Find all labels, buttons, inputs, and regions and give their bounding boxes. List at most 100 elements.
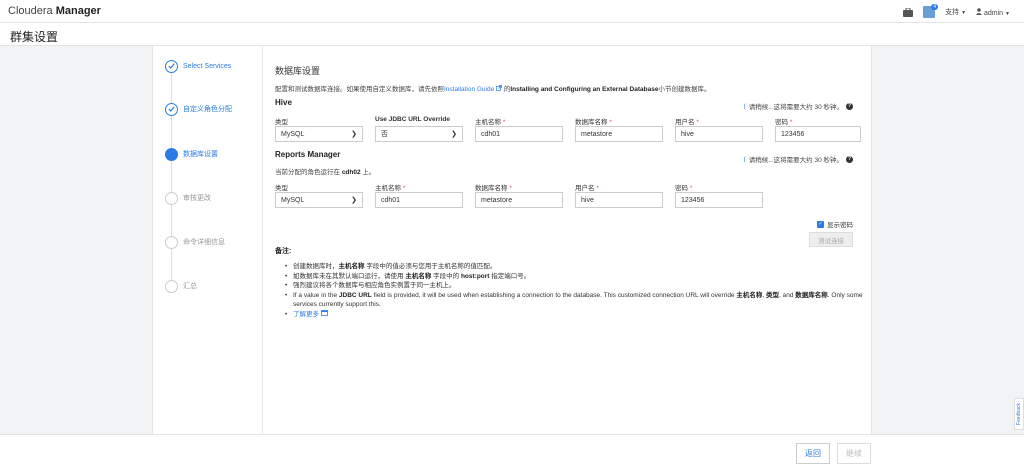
label-text: 用户名 [575,185,595,192]
step-label: 汇总 [183,283,197,290]
help-icon[interactable]: ? [846,155,853,163]
top-navbar: Cloudera Manager 4 支持 ▼ admin ▼ [0,0,1024,23]
support-label: 支持 [945,9,960,16]
hive-dbname-label: 数据库名称 * [575,116,612,126]
wait-text: 请稍候...这将需要大约 30 秒钟。 [748,104,843,111]
user-icon [976,7,984,17]
reports-host-label: 主机名称 * [375,182,405,192]
label-text: 数据库名称 [475,185,508,192]
step-review-changes: 审核更改 [165,191,261,205]
intro-text: 配置和测试数据库连接。如果使用自定义数据库，请先依照Installation G… [275,83,710,93]
wizard-footer: 返回 继续 [0,434,1024,471]
hive-wait-status: ( 请稍候...这将需要大约 30 秒钟。 ? [744,101,853,111]
reports-dbname-input[interactable]: metastore [475,192,563,208]
notes-list: 创建数据库时，主机名称 字段中的值必须与您用于主机名称的值匹配。 如数据库未在其… [285,262,865,319]
reports-type-label: 类型 [275,182,288,192]
note-bold: host:port [460,272,490,280]
reports-password-input[interactable]: 123456 [675,192,763,208]
back-button[interactable]: 返回 [796,443,830,464]
hive-host-input[interactable]: cdh01 [475,126,563,142]
hive-type-select[interactable]: MySQL ❯ [275,126,363,142]
hive-password-input[interactable]: 123456 [775,126,861,142]
brand-light: Cloudera [8,5,53,17]
step-label: 自定义角色分配 [183,106,232,113]
hive-password-label: 密码 * [775,116,792,126]
required-mark: * [609,119,612,126]
reports-user-input[interactable]: hive [575,192,663,208]
feedback-tab[interactable]: Feedback [1014,398,1024,430]
spinner-icon: ( [743,102,746,110]
reports-host-note: 当前分配的角色运行在 cdh02 上。 [275,166,375,176]
required-mark: * [402,185,406,192]
user-label: admin [983,9,1004,17]
hive-dbname-input[interactable]: metastore [575,126,663,142]
note-text: and [782,291,794,299]
step-database-setup[interactable]: 数据库设置 [165,147,261,161]
label-text: 密码 [775,119,788,126]
pending-step-icon [165,279,178,293]
reports-host-input[interactable]: cdh01 [375,192,463,208]
user-menu[interactable]: admin ▼ [976,7,1010,17]
notification-badge: 4 [931,4,939,10]
spinner-icon: ( [743,155,746,163]
step-label: 数据库设置 [183,151,218,158]
help-icon[interactable]: ? [846,102,853,110]
external-link-icon [494,85,504,93]
step-command-details: 命令详细信息 [165,235,261,249]
required-mark: * [689,185,693,192]
label-text: 密码 [675,185,688,192]
installation-guide-link[interactable]: Installation Guide [444,86,494,93]
note-text: 强烈建议将各个数据库与相应角色实例置于同一主机上。 [293,282,456,289]
label-text: 类型 [275,185,288,192]
note-pre: 当前分配的角色运行在 [275,169,340,176]
hive-type-label: 类型 [275,116,288,126]
note-post: 上。 [362,169,376,176]
notes-title: 备注: [275,248,292,255]
wizard-steps: Select Services 自定义角色分配 数据库设置 审核更改 命令详细信… [153,46,263,434]
label-text: Use JDBC URL Override [375,116,451,123]
list-item: 强烈建议将各个数据库与相应角色实例置于同一主机上。 [285,281,865,291]
reports-dbname-label: 数据库名称 * [475,182,512,192]
required-mark: * [509,185,512,192]
learn-more-link[interactable]: 了解更多 [293,311,319,318]
continue-button[interactable]: 继续 [837,443,871,464]
note-text: 创建数据库时， [293,263,339,270]
step-role-assignment[interactable]: 自定义角色分配 [165,102,261,116]
note-bold: JDBC URL [338,291,372,299]
check-icon [165,59,178,73]
step-label: Select Services [183,62,232,70]
reports-wait-status: ( 请稍候...这将需要大约 30 秒钟。 ? [744,154,853,164]
feedback-label: Feedback [1016,403,1022,425]
note-bold: 类型 [765,291,779,299]
hive-jdbc-label: Use JDBC URL Override [375,116,450,123]
show-password-label: 显示密码 [827,222,853,229]
brand-logo[interactable]: Cloudera Manager [8,5,101,17]
hive-user-input[interactable]: hive [675,126,763,142]
wait-text: 请稍候...这将需要大约 30 秒钟。 [748,157,843,164]
note-host: cdh02 [341,169,361,176]
reports-type-select[interactable]: MySQL ❯ [275,192,363,208]
checkbox-checked-icon: ✓ [817,220,824,228]
hive-jdbc-select[interactable]: 否 ❯ [375,126,463,142]
label-text: 用户名 [675,119,695,126]
note-text: field is provided, it will be used when … [373,291,735,299]
briefcase-icon[interactable] [903,7,914,17]
label-text: 数据库名称 [575,119,608,126]
list-item: 如数据库未在其默认端口运行，请使用 主机名称 字段中的 host:port 指定… [285,272,865,282]
note-text: 字段中的值必须与您用于主机名称的值匹配。 [366,263,497,270]
step-select-services[interactable]: Select Services [165,59,261,73]
page-title: 群集设置 [10,30,59,44]
support-menu[interactable]: 支持 ▼ [945,7,966,17]
list-item: 了解更多 [285,310,865,320]
note-text: 如数据库未在其默认端口运行，请使用 [293,272,404,280]
show-password-toggle[interactable]: ✓ 显示密码 [817,219,853,229]
required-mark: * [596,185,599,192]
select-value: MySQL [281,130,305,138]
note-text: 字段中的 [433,272,460,280]
notification-icon[interactable]: 4 [923,4,939,18]
section-heading: 数据库设置 [275,66,321,76]
chevron-down-icon: ❯ [351,131,357,138]
label-text: 类型 [275,119,288,126]
list-item: 创建数据库时，主机名称 字段中的值必须与您用于主机名称的值匹配。 [285,262,865,272]
test-connection-button[interactable]: 测试连接 [809,232,853,247]
